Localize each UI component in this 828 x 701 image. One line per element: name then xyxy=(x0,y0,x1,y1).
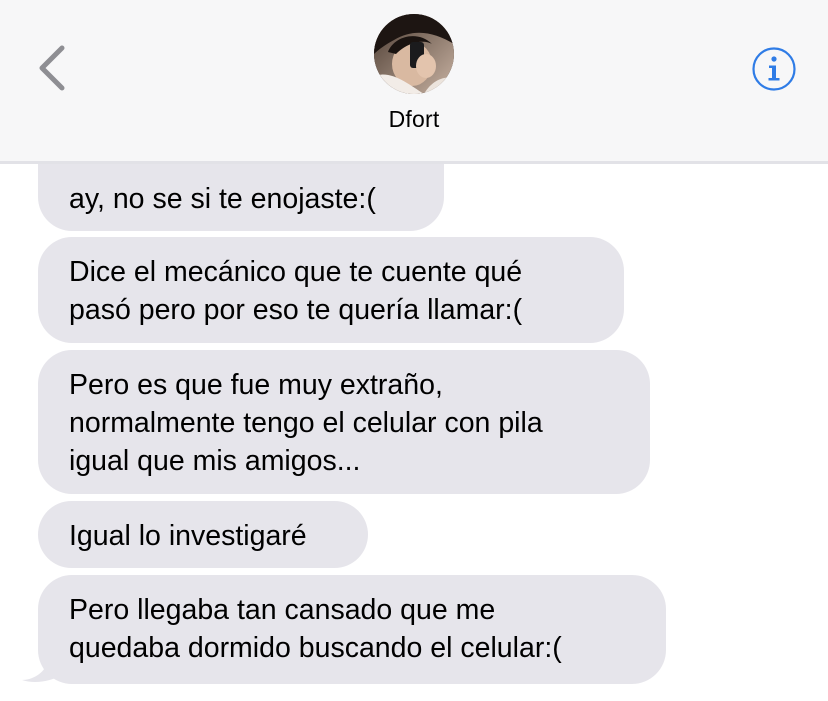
contact-avatar[interactable] xyxy=(374,14,454,94)
message-text: Pero llegaba tan cansado que me xyxy=(69,594,496,626)
info-icon xyxy=(752,47,796,91)
contact-name[interactable]: Dfort xyxy=(0,106,828,133)
message-bubble[interactable]: Pero llegaba tan cansado que me quedaba … xyxy=(38,575,666,684)
chevron-left-icon xyxy=(39,45,65,91)
avatar-photo xyxy=(374,14,454,94)
message-bubble[interactable]: Pero es que fue muy extraño, normalmente… xyxy=(38,350,650,494)
back-button[interactable] xyxy=(30,40,78,96)
message-text: normalmente tengo el celular con pila xyxy=(69,407,543,439)
message-text: Pero es que fue muy extraño, xyxy=(69,369,443,401)
message-text: pasó pero por eso te quería llamar:( xyxy=(69,294,523,326)
message-bubble[interactable]: Igual lo investigaré xyxy=(38,501,368,568)
message-bubble[interactable]: Dice el mecánico que te cuente qué pasó … xyxy=(38,237,624,343)
message-bubble[interactable]: ay, no se si te enojaste:( xyxy=(38,164,444,231)
message-text: Dice el mecánico que te cuente qué xyxy=(69,256,523,288)
conversation-header: Dfort xyxy=(0,0,828,164)
message-text: ay, no se si te enojaste:( xyxy=(69,183,376,215)
info-button[interactable] xyxy=(751,46,797,92)
message-text: quedaba dormido buscando el celular:( xyxy=(69,632,562,664)
message-text: igual que mis amigos... xyxy=(69,445,361,477)
message-text: Igual lo investigaré xyxy=(69,520,307,552)
